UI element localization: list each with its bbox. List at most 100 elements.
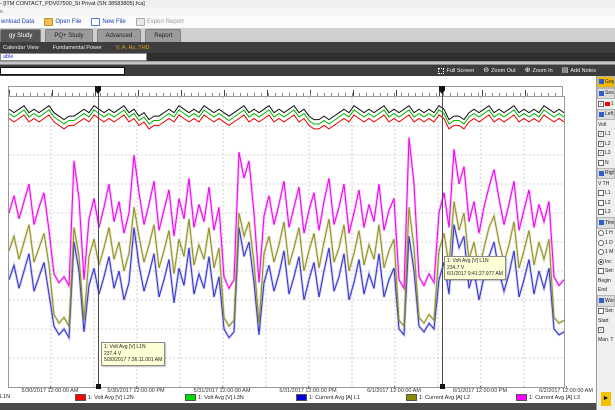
export-report-button[interactable]: Export Report xyxy=(136,18,184,26)
panel-l2[interactable]: L2 xyxy=(597,198,615,208)
panel-sess[interactable]: Sess xyxy=(597,88,615,100)
checkbox-icon[interactable] xyxy=(598,209,604,215)
panel-left[interactable]: Left xyxy=(597,109,615,121)
add-notes-button[interactable]: ▤Add Notes xyxy=(562,67,596,74)
panel-begin[interactable]: Begin xyxy=(597,276,615,286)
x-axis-tick xyxy=(308,386,309,389)
panel-start[interactable]: Start xyxy=(597,316,615,326)
panel-set-[interactable]: Set: xyxy=(597,267,615,277)
checkbox-icon[interactable] xyxy=(598,200,604,206)
full-screen-button[interactable]: Full Screen xyxy=(438,68,474,74)
checkbox-icon[interactable]: ✓ xyxy=(598,327,604,333)
panel-1-m[interactable]: 1 M xyxy=(597,248,615,258)
panel-label: V TH xyxy=(598,181,609,187)
panel-time[interactable]: Time xyxy=(597,217,615,229)
panel-label: L3 xyxy=(605,209,611,215)
panel-label: Left xyxy=(605,111,613,117)
viewbar-item-calendar-view[interactable]: Calendar View xyxy=(3,45,39,51)
checkbox-icon[interactable] xyxy=(598,160,604,166)
legend-item-1-current-avg-a-l3[interactable]: 1: Current Avg [A] L3 xyxy=(516,394,580,401)
zoom-out-button[interactable]: ⊖Zoom Out xyxy=(483,67,515,74)
cursor-line[interactable] xyxy=(442,88,443,387)
panel-1[interactable]: ✓1 xyxy=(597,99,615,109)
panel-label: L2 xyxy=(605,141,611,147)
radio-icon[interactable] xyxy=(598,230,604,236)
legend-item-1-current-avg-a-l1[interactable]: 1: Current Avg [A] L1 xyxy=(296,394,360,401)
checkbox-icon[interactable]: ✓ xyxy=(598,101,604,107)
tab-gy-study[interactable]: gy Study xyxy=(0,29,41,42)
checkbox-icon[interactable]: ✓ xyxy=(598,150,604,156)
panel-man-t[interactable]: Man. T xyxy=(597,335,615,345)
legend-item-1-volt-avg-v-l3n[interactable]: 1: Volt Avg [V] L3N xyxy=(185,394,244,401)
zoom-in-button[interactable]: ⊕Zoom In xyxy=(525,67,553,74)
checkbox-icon[interactable] xyxy=(598,308,604,314)
toolbar-button-label: wnload Data xyxy=(1,19,34,25)
bottom-strip xyxy=(0,403,596,410)
filter-dropdown[interactable]: able xyxy=(0,53,147,61)
panel-grap[interactable]: Grap xyxy=(597,76,615,88)
legend-swatch xyxy=(406,394,417,401)
tab-report[interactable]: Report xyxy=(145,29,181,42)
panel-label: Time xyxy=(605,220,615,226)
add-notes-icon: ▤ xyxy=(562,67,569,74)
panel-set-[interactable]: Set: xyxy=(597,307,615,317)
panel-1-d[interactable]: 1 D xyxy=(597,238,615,248)
panel-righ[interactable]: Righ xyxy=(597,168,615,180)
tab-advanced[interactable]: Advanced xyxy=(97,29,142,42)
panel-section-icon xyxy=(599,220,604,225)
radio-icon[interactable] xyxy=(598,240,604,246)
x-axis-tick xyxy=(136,386,137,389)
panel-l3[interactable]: ✓L3 xyxy=(597,149,615,159)
panel-l1[interactable]: ✓L1 xyxy=(597,130,615,140)
panel-l2[interactable]: ✓L2 xyxy=(597,139,615,149)
checkbox-icon[interactable]: ✓ xyxy=(598,131,604,137)
legend-label: 1: Volt Avg [V] L2N xyxy=(88,395,134,401)
checkbox-icon[interactable]: ✓ xyxy=(598,141,604,147)
plot-area[interactable] xyxy=(8,96,565,388)
trend-plot[interactable] xyxy=(9,97,564,387)
checkbox-icon[interactable] xyxy=(598,190,604,196)
panel-end[interactable]: End xyxy=(597,286,615,296)
tab-pq-study[interactable]: PQ+ Study xyxy=(45,29,92,42)
legend-item-l1n[interactable]: L1N xyxy=(0,394,10,400)
legend-item-1-volt-avg-v-l2n[interactable]: 1: Volt Avg [V] L2N xyxy=(75,394,134,401)
radio-icon[interactable] xyxy=(598,249,604,255)
panel-v-th[interactable]: V TH xyxy=(597,179,615,189)
scroll-right-marker[interactable]: ► xyxy=(601,392,611,406)
panel-section-icon xyxy=(599,298,604,303)
panel-label: L1 xyxy=(605,190,611,196)
cursor-foot-marker xyxy=(440,384,445,389)
panel-label: Start xyxy=(598,318,609,324)
cursor-tooltip: 1: Volt Avg [V] L1N237.4 V5/30/2017 7:36… xyxy=(101,342,165,366)
legend-swatch xyxy=(296,394,307,401)
panel-l1[interactable]: L1 xyxy=(597,189,615,199)
viewbar-item-v-a-hz-thd[interactable]: V, A, Hz, THD xyxy=(116,45,150,51)
toolbar-button-label: Export Report xyxy=(147,19,184,25)
viewbar-item-fundamental-power[interactable]: Fundamental Power xyxy=(53,45,102,51)
panel-1-h[interactable]: 1 H xyxy=(597,229,615,239)
command-input[interactable] xyxy=(0,67,125,75)
panel-section-icon xyxy=(599,79,604,84)
chart-top-ruler[interactable] xyxy=(8,86,563,96)
panel-label: Righ xyxy=(605,170,615,176)
zoom-out-icon: ⊖ xyxy=(483,67,489,74)
panel-label: Set: xyxy=(605,268,614,274)
panel-n[interactable]: N xyxy=(597,158,615,168)
legend-item-1-current-avg-a-l2[interactable]: 1: Current Avg [A] L2 xyxy=(406,394,470,401)
panel-volt[interactable]: Volt xyxy=(597,120,615,130)
legend-label: L1N xyxy=(0,394,10,400)
panel-work[interactable]: Work xyxy=(597,295,615,307)
open-file-button[interactable]: Open File xyxy=(44,18,81,26)
panel-l3[interactable]: L3 xyxy=(597,208,615,218)
panel-label: Volt xyxy=(598,122,606,128)
new-file-button[interactable]: New File xyxy=(91,18,125,26)
radio-icon[interactable] xyxy=(598,259,604,265)
cursor-line[interactable] xyxy=(98,88,99,387)
panel-inc[interactable]: Inc xyxy=(597,257,615,267)
checkbox-icon[interactable] xyxy=(598,268,604,274)
panel-item[interactable]: ✓ xyxy=(597,326,615,336)
wnload-data-button[interactable]: wnload Data xyxy=(1,19,34,25)
panel-section-icon xyxy=(599,112,604,117)
panel-label: 1 M xyxy=(605,249,613,255)
series-swatch xyxy=(605,102,610,106)
